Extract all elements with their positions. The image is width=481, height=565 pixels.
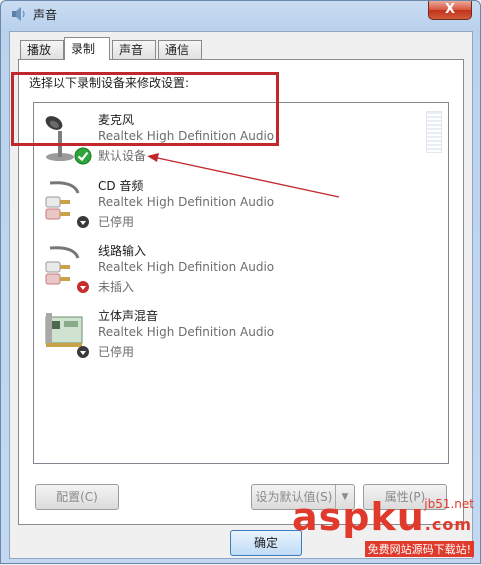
watermark-brand-text: aspku <box>292 495 425 539</box>
watermark: jb51.net aspku.com 免费网站源码下载站! <box>286 495 476 557</box>
watermark-tagline: 免费网站源码下载站! <box>364 541 474 557</box>
sound-dialog-window: 声音 X 播放 录制 声音 通信 选择以下录制设备来修改设置: 麦克风 Real… <box>0 0 481 564</box>
watermark-brand: aspku.com <box>292 495 472 539</box>
watermark-suffix: .com <box>424 515 473 534</box>
annotation-arrow <box>147 153 340 198</box>
tab-recording[interactable]: 录制 <box>64 37 110 60</box>
